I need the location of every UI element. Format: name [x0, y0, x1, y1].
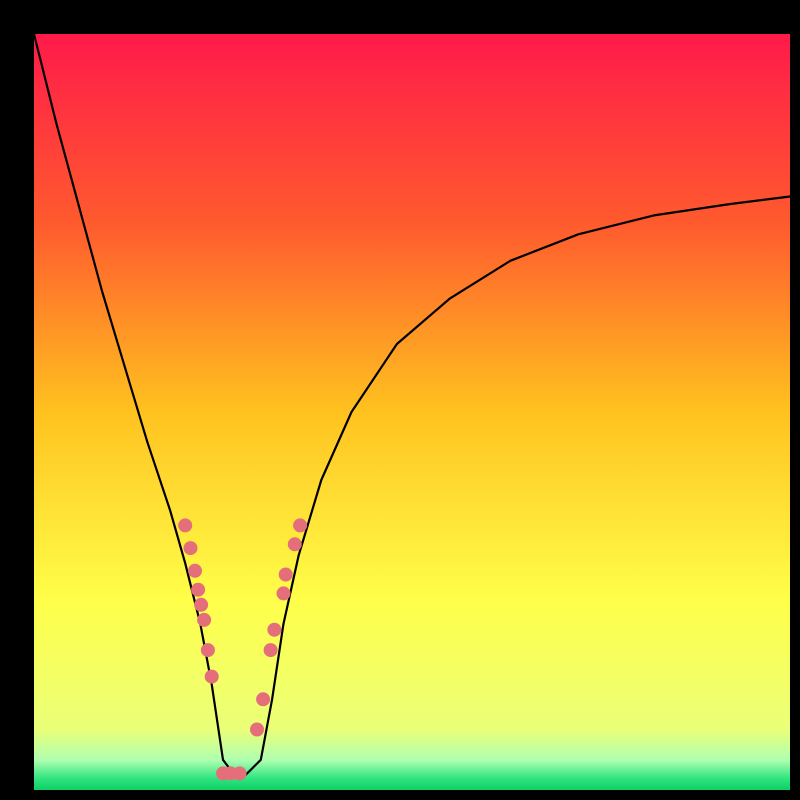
marker-dot	[277, 586, 291, 600]
marker-dot	[188, 564, 202, 578]
bottleneck-chart	[0, 0, 800, 800]
marker-dot	[205, 670, 219, 684]
marker-dot	[264, 643, 278, 657]
chart-container: TheBottleneck.com	[0, 0, 800, 800]
marker-dot	[267, 623, 281, 637]
marker-dot	[191, 583, 205, 597]
marker-dot	[288, 537, 302, 551]
marker-dot	[184, 541, 198, 555]
marker-dot	[256, 692, 270, 706]
marker-dot	[293, 518, 307, 532]
marker-dot	[279, 568, 293, 582]
marker-dot	[194, 598, 208, 612]
marker-dot	[250, 723, 264, 737]
marker-dot	[197, 613, 211, 627]
marker-dot	[201, 643, 215, 657]
marker-dot	[233, 766, 247, 780]
marker-dot	[178, 518, 192, 532]
plot-area	[34, 34, 790, 790]
